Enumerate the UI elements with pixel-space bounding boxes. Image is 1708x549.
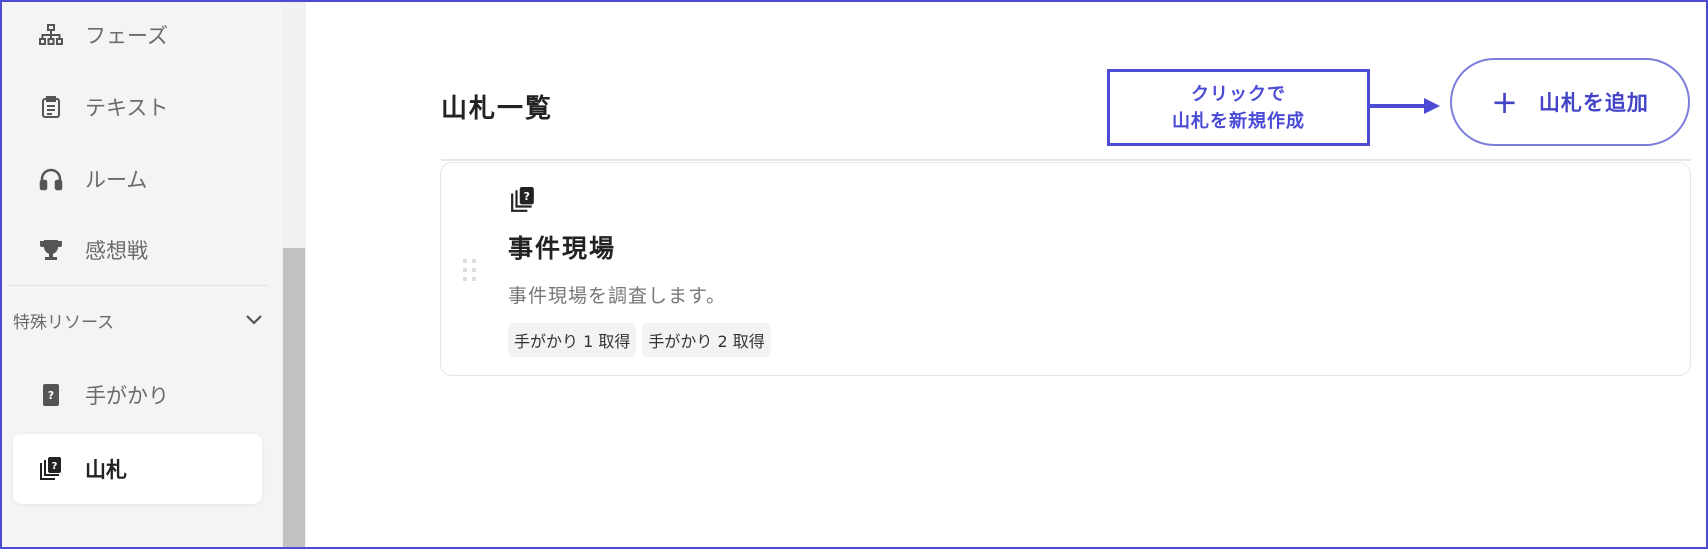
annotation-line: クリックで: [1191, 83, 1286, 105]
sitemap-icon: [39, 23, 63, 47]
section-special-resources[interactable]: 特殊リソース: [13, 308, 263, 333]
trophy-icon: [39, 238, 63, 262]
drag-handle-icon[interactable]: [463, 259, 477, 281]
deck-icon: ?: [511, 187, 534, 212]
sidebar: フェーズ テキスト ルーム 感想戦 特殊リソース ? 手がかり ? 山札: [0, 0, 282, 549]
svg-text:?: ?: [48, 389, 54, 402]
annotation-line: 山札を新規作成: [1172, 110, 1305, 132]
sidebar-divider: [8, 285, 268, 286]
annotation-arrow: [1370, 98, 1440, 114]
clipboard-icon: [39, 95, 63, 119]
card-title: 事件現場: [508, 234, 617, 263]
sidebar-item-text[interactable]: テキスト: [13, 72, 262, 142]
annotation-callout: クリックで 山札を新規作成: [1107, 69, 1370, 146]
sidebar-item-label: ルーム: [85, 168, 148, 192]
sidebar-item-label: 感想戦: [85, 239, 148, 263]
svg-text:?: ?: [52, 461, 58, 472]
sidebar-item-clues[interactable]: ? 手がかり: [13, 360, 262, 430]
sidebar-item-label: テキスト: [85, 96, 169, 120]
sidebar-item-label: 山札: [85, 458, 127, 482]
sidebar-item-label: フェーズ: [85, 24, 168, 48]
deck-card[interactable]: ? 事件現場 事件現場を調査します。 手がかり 1 取得 手がかり 2 取得: [440, 162, 1691, 376]
svg-text:?: ?: [524, 190, 530, 203]
page-title: 山札一覧: [441, 94, 554, 124]
card-tags: 手がかり 1 取得 手がかり 2 取得: [508, 323, 771, 357]
sidebar-item-deck[interactable]: ? 山札: [13, 434, 262, 504]
clue-card-icon: ?: [39, 383, 63, 407]
sidebar-item-room[interactable]: ルーム: [13, 144, 262, 214]
add-deck-label: 山札を追加: [1538, 91, 1649, 115]
sidebar-item-phase[interactable]: フェーズ: [13, 0, 262, 70]
card-description: 事件現場を調査します。: [508, 285, 727, 307]
header-divider: [441, 159, 1691, 161]
chevron-down-icon[interactable]: [245, 311, 263, 331]
tag: 手がかり 1 取得: [508, 323, 637, 357]
sidebar-item-review[interactable]: 感想戦: [13, 215, 262, 285]
sidebar-item-label: 手がかり: [85, 384, 169, 408]
add-deck-button[interactable]: + 山札を追加: [1450, 58, 1690, 146]
headphones-icon: [39, 167, 63, 191]
tag: 手がかり 2 取得: [642, 323, 771, 357]
section-label: 特殊リソース: [13, 313, 115, 333]
plus-icon: +: [1491, 83, 1519, 121]
deck-icon: ?: [39, 457, 63, 481]
scrollbar-thumb[interactable]: [283, 248, 305, 549]
